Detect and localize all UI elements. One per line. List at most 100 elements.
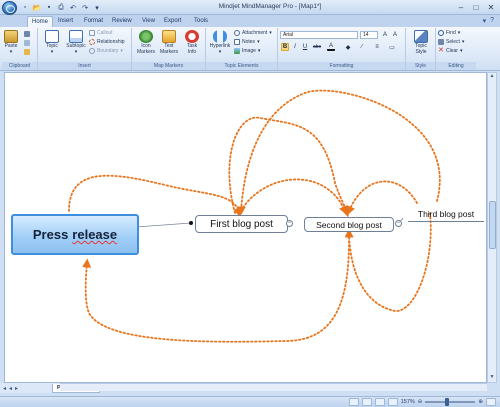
vertical-scrollbar[interactable]: ▲ ▼ [487, 72, 497, 383]
zoom-slider[interactable] [425, 398, 476, 406]
italic-button[interactable]: I [291, 43, 299, 51]
tab-tools[interactable]: Tools [190, 16, 212, 27]
ribbon-tabs: Home Insert Format Review View Export To… [0, 15, 500, 27]
paste-icon [4, 30, 18, 43]
topic-style-icon [414, 30, 428, 43]
new-icon[interactable]: ▫ [20, 3, 30, 13]
ribbon: Paste ▾ Clipboard Topic ▾ Subtopic ▾ Cal… [0, 27, 500, 71]
maximize-icon[interactable]: □ [469, 1, 483, 13]
tab-home[interactable]: Home [27, 16, 54, 27]
view-outline-icon[interactable] [374, 398, 385, 406]
callout-icon [89, 30, 95, 36]
zoom-out-icon[interactable]: ⊖ [418, 399, 423, 405]
cut-button[interactable] [24, 31, 30, 37]
help-icon[interactable]: ? [490, 17, 494, 25]
first-sheet-icon[interactable]: ◂ [3, 385, 6, 392]
status-items: 157% ⊖ ⊕ [348, 398, 496, 406]
horizontal-scrollbar[interactable] [60, 383, 487, 391]
shrink-font-button[interactable]: A [391, 31, 399, 39]
office-button[interactable] [2, 1, 17, 15]
text-markers-button[interactable]: Text Markers [158, 30, 180, 55]
font-color-button[interactable]: A [327, 43, 335, 51]
paste-button[interactable]: Paste ▾ [4, 30, 18, 55]
cut-icon [24, 31, 30, 37]
find-button[interactable]: Find ▾ [438, 30, 460, 36]
hyperlink-icon [213, 30, 227, 43]
scroll-down-icon[interactable]: ▼ [488, 374, 496, 382]
hyperlink-button[interactable]: Hyperlink ▾ [208, 30, 232, 55]
format-painter-icon [24, 49, 30, 55]
more-icon[interactable]: ▾ [92, 3, 102, 13]
tab-view[interactable]: View [138, 16, 159, 27]
grow-font-button[interactable]: A [381, 31, 389, 39]
relationship-button[interactable]: Relationship [89, 39, 125, 45]
fit-map-icon[interactable] [486, 398, 496, 406]
prev-sheet-icon[interactable]: ◂ [9, 385, 12, 392]
collapse-toggle-first[interactable]: − [286, 220, 293, 227]
tab-export[interactable]: Export [160, 16, 185, 27]
map-markers-group-label: Map Markers [132, 62, 205, 70]
icon-markers-icon [139, 30, 153, 43]
print-icon[interactable]: ⎙ [56, 3, 66, 13]
open-icon[interactable]: 📂 [32, 3, 42, 13]
underline-button[interactable]: U [301, 43, 309, 51]
clear-button[interactable]: ✕ Clear ▾ [438, 47, 462, 54]
shape-icon[interactable]: ▭ [388, 43, 396, 51]
close-icon[interactable]: ✕ [484, 1, 498, 13]
tab-format[interactable]: Format [80, 16, 107, 27]
copy-button[interactable] [24, 40, 30, 46]
image-button[interactable]: Image ▾ [234, 48, 260, 54]
bold-button[interactable]: B [281, 43, 289, 51]
quick-access-toolbar: ▫ 📂 ▪ ⎙ ↶ ↷ ▾ [20, 2, 102, 13]
strikethrough-button[interactable]: abc [311, 43, 323, 51]
topic-second-blog-post[interactable]: Second blog post [304, 217, 394, 232]
scroll-thumb[interactable] [489, 201, 496, 249]
line-color-icon[interactable]: ∕ [358, 43, 366, 51]
insert-group-label: Insert [38, 62, 131, 70]
zoom-thumb[interactable] [445, 398, 450, 406]
topic-first-blog-post[interactable]: First blog post [195, 215, 288, 233]
next-sheet-icon[interactable]: ▸ [15, 385, 18, 392]
callout-button[interactable]: Callout [89, 30, 113, 36]
scroll-up-icon[interactable]: ▲ [488, 73, 496, 81]
map-canvas[interactable]: Press release First blog post − Second bl… [4, 72, 487, 383]
view-gantt-icon[interactable] [387, 398, 398, 406]
options-icon[interactable]: ▾ [483, 17, 487, 25]
undo-icon[interactable]: ↶ [68, 3, 78, 13]
fill-color-icon[interactable]: ◆ [344, 43, 352, 51]
find-icon [438, 30, 444, 36]
central-topic[interactable]: Press release [11, 214, 139, 255]
window-controls: – □ ✕ [454, 1, 498, 13]
redo-icon[interactable]: ↷ [80, 3, 90, 13]
attachment-button[interactable]: Attachment ▾ [234, 30, 272, 36]
minimize-icon[interactable]: – [454, 1, 468, 13]
map-markers-group: Icon Markers Text Markers Task Info Map … [132, 28, 206, 70]
format-painter-button[interactable] [24, 49, 30, 55]
filter-icon[interactable] [348, 398, 359, 406]
zoom-level: 157% [400, 399, 415, 405]
font-size-select[interactable]: 14 [360, 31, 378, 39]
notes-button[interactable]: Notes ▾ [234, 39, 260, 45]
connector-dot [189, 221, 193, 225]
topic-third-blog-post[interactable]: Third blog post [408, 207, 484, 222]
save-icon[interactable]: ▪ [44, 3, 54, 13]
connector-central-first [135, 222, 192, 228]
view-normal-icon[interactable] [361, 398, 372, 406]
topic-elements-group-label: Topic Elements [206, 62, 277, 70]
topic-style-button[interactable]: Topic Style [409, 30, 433, 55]
relationship-third-second [346, 180, 418, 216]
topic-button[interactable]: Topic ▾ [41, 30, 63, 55]
font-family-select[interactable]: Arial [280, 31, 358, 39]
subtopic-button[interactable]: Subtopic ▾ [64, 30, 88, 55]
tab-review[interactable]: Review [108, 16, 136, 27]
clipboard-group-label: Clipboard [2, 62, 37, 70]
tab-insert[interactable]: Insert [54, 16, 77, 27]
select-button[interactable]: Select ▾ [438, 39, 464, 45]
task-info-button[interactable]: Task Info [181, 30, 203, 55]
help-area: ▾ ? [483, 17, 494, 25]
align-icon[interactable]: ≡ [373, 43, 381, 51]
collapse-toggle-second[interactable]: − [395, 220, 402, 227]
icon-markers-button[interactable]: Icon Markers [135, 30, 157, 55]
zoom-in-icon[interactable]: ⊕ [478, 399, 483, 405]
boundary-button[interactable]: Boundary ▾ [89, 48, 123, 54]
